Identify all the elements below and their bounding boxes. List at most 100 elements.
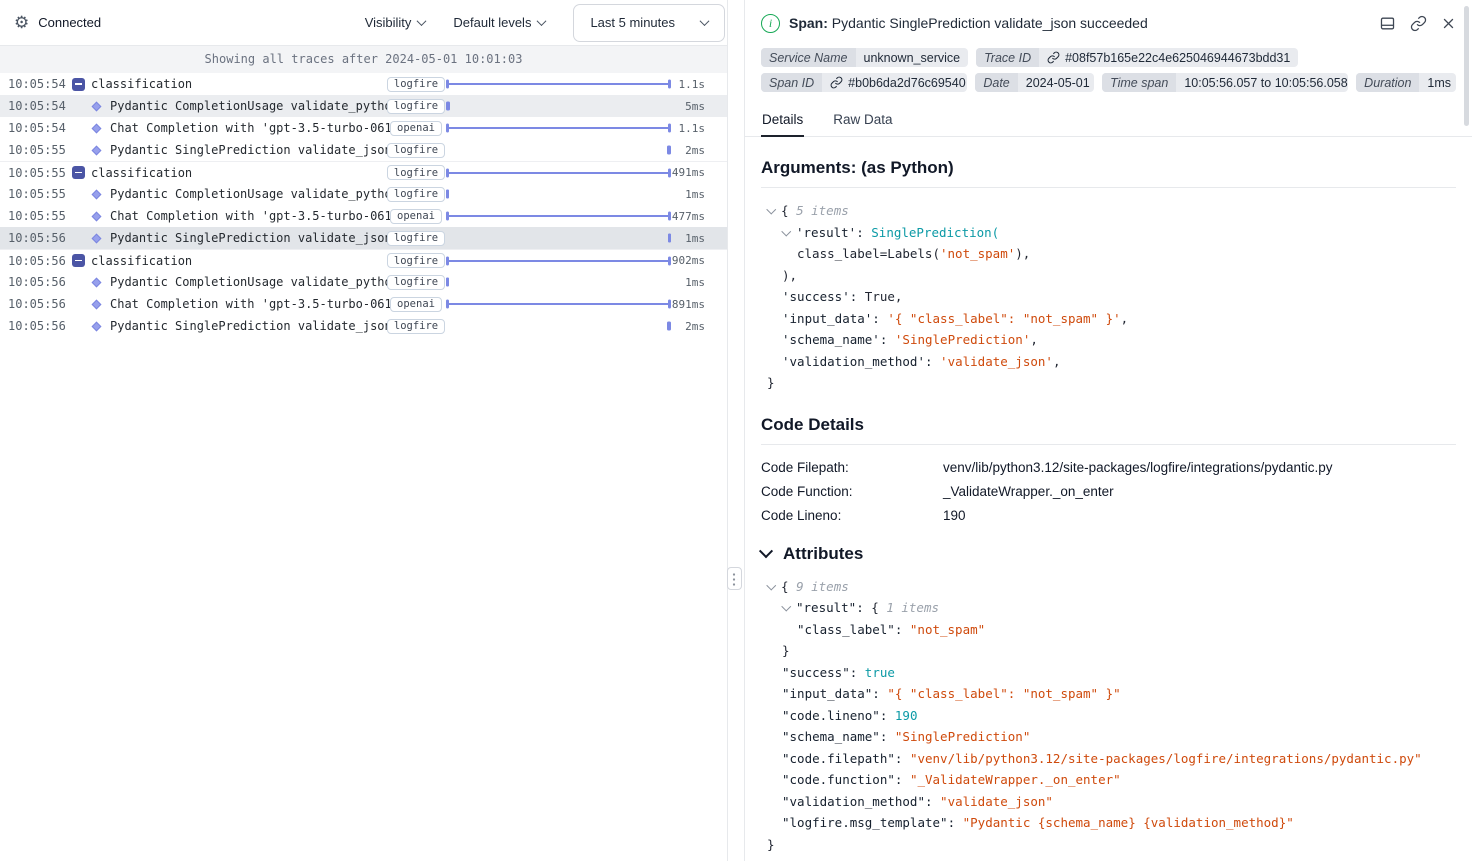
- trace-row[interactable]: 10:05:54 Pydantic CompletionUsage valida…: [0, 95, 727, 117]
- link-icon[interactable]: [1047, 51, 1060, 64]
- trace-label: Chat Completion with 'gpt-3.5-turbo-0613…: [110, 121, 390, 135]
- trace-time: 10:05:55: [8, 209, 66, 223]
- trace-duration: 1.1s: [671, 122, 727, 135]
- trace-label: Pydantic CompletionUsage validate_python: [110, 99, 390, 113]
- attributes-code-block: { 9 items"result": { 1 items"class_label…: [761, 576, 1456, 856]
- copy-link-icon[interactable]: [1410, 15, 1427, 32]
- meta-duration: Duration 1ms: [1356, 73, 1456, 92]
- code-token: "input_data":: [782, 686, 887, 701]
- trace-row[interactable]: 10:05:55 Chat Completion with 'gpt-3.5-t…: [0, 205, 727, 227]
- scrollbar[interactable]: [1464, 6, 1469, 126]
- trace-timeline: [446, 271, 671, 293]
- collapse-chevron-icon[interactable]: [782, 603, 796, 612]
- code-line: }: [761, 834, 1456, 856]
- collapse-box-icon[interactable]: [72, 78, 85, 91]
- code-token: "not_spam": [910, 622, 985, 637]
- trace-tag: openai: [390, 209, 442, 224]
- code-line: "input_data": "{ "class_label": "not_spa…: [761, 683, 1456, 705]
- code-token: {: [781, 203, 796, 218]
- trace-tag-column: openai: [390, 297, 442, 312]
- trace-row[interactable]: 10:05:55 Pydantic SinglePrediction valid…: [0, 139, 727, 161]
- code-token: "SinglePrediction": [895, 729, 1030, 744]
- trace-time: 10:05:56: [8, 254, 66, 268]
- trace-tag-column: logfire: [390, 319, 442, 334]
- code-token: 'success':: [782, 289, 865, 304]
- span-meta: Service Name unknown_service Trace ID #0…: [745, 46, 1472, 92]
- trace-time: 10:05:55: [8, 143, 66, 157]
- code-token: {: [871, 600, 886, 615]
- trace-label: Pydantic SinglePrediction validate_json: [110, 143, 390, 157]
- detail-tabs: Details Raw Data: [745, 105, 1472, 137]
- collapse-chevron-icon[interactable]: [759, 544, 773, 558]
- code-token: "{ "class_label": "not_spam" }": [887, 686, 1120, 701]
- default-levels-label: Default levels: [453, 15, 531, 30]
- trace-time: 10:05:56: [8, 297, 66, 311]
- collapse-box-icon[interactable]: [72, 166, 85, 179]
- visibility-dropdown[interactable]: Visibility: [365, 15, 426, 30]
- span-detail-panel: i Span: Pydantic SinglePrediction valida…: [744, 0, 1472, 861]
- attributes-heading: Attributes: [761, 544, 1456, 564]
- trace-label: Pydantic CompletionUsage validate_python: [110, 187, 390, 201]
- trace-time: 10:05:55: [8, 166, 66, 180]
- trace-row[interactable]: 10:05:56 classification logfire 902ms: [0, 249, 727, 271]
- trace-row[interactable]: 10:05:55 Pydantic CompletionUsage valida…: [0, 183, 727, 205]
- link-icon[interactable]: [830, 76, 843, 89]
- duration-bar: [446, 300, 671, 309]
- trace-row[interactable]: 10:05:56 Pydantic CompletionUsage valida…: [0, 271, 727, 293]
- trace-row[interactable]: 10:05:54 classification logfire 1.1s: [0, 73, 727, 95]
- trace-label: Pydantic CompletionUsage validate_python: [110, 275, 390, 289]
- default-levels-dropdown[interactable]: Default levels: [453, 15, 545, 30]
- span-diamond-icon: [92, 233, 102, 243]
- collapse-chevron-icon[interactable]: [767, 582, 781, 591]
- panel-resize-handle[interactable]: [727, 567, 742, 590]
- dock-panel-icon[interactable]: [1379, 15, 1396, 32]
- code-token: ,: [1030, 332, 1038, 347]
- code-token: "code.filepath":: [782, 751, 910, 766]
- code-token: 'validation_method':: [782, 354, 940, 369]
- collapse-chevron-icon[interactable]: [767, 206, 781, 215]
- collapse-box-icon[interactable]: [72, 254, 85, 267]
- trace-tag: openai: [390, 297, 442, 312]
- duration-bar: [446, 190, 449, 199]
- trace-timeline: [446, 293, 671, 315]
- meta-span-id[interactable]: Span ID #b0b6da2d76c69540: [761, 73, 967, 92]
- trace-duration: 891ms: [671, 298, 727, 311]
- gear-icon[interactable]: ⚙: [14, 14, 29, 31]
- code-token: ,: [1053, 354, 1061, 369]
- meta-trace-id[interactable]: Trace ID #08f57b165e22c4e625046944673bdd…: [976, 48, 1298, 67]
- code-function-value: _ValidateWrapper._on_enter: [943, 484, 1456, 499]
- close-icon[interactable]: [1441, 16, 1456, 31]
- code-line: "result": { 1 items: [761, 597, 1456, 619]
- trace-tag: logfire: [387, 99, 445, 114]
- code-token: }: [782, 643, 790, 658]
- code-token: 'result':: [796, 225, 871, 240]
- code-line: class_label=Labels('not_spam'),: [761, 243, 1456, 265]
- trace-tag: logfire: [387, 231, 445, 246]
- trace-tag-column: logfire: [390, 231, 442, 246]
- tab-details[interactable]: Details: [761, 105, 804, 137]
- duration-bar: [667, 146, 671, 155]
- code-token: class_label=Labels(: [797, 246, 940, 261]
- duration-bar: [446, 256, 671, 265]
- app: ⚙ Connected Visibility Default levels La…: [0, 0, 1472, 861]
- time-range-select[interactable]: Last 5 minutes: [573, 4, 725, 42]
- collapse-chevron-icon[interactable]: [782, 228, 796, 237]
- trace-row[interactable]: 10:05:55 classification logfire 491ms: [0, 161, 727, 183]
- code-line: "code.lineno": 190: [761, 705, 1456, 727]
- trace-timeline: [446, 315, 671, 337]
- trace-tag-column: logfire: [390, 77, 442, 92]
- trace-row[interactable]: 10:05:54 Chat Completion with 'gpt-3.5-t…: [0, 117, 727, 139]
- span-title-prefix: Span:: [789, 15, 828, 31]
- chevron-down-icon: [700, 16, 710, 26]
- code-line: "code.filepath": "venv/lib/python3.12/si…: [761, 748, 1456, 770]
- trace-timeline: [446, 183, 671, 205]
- code-filepath-value: venv/lib/python3.12/site-packages/logfir…: [943, 460, 1456, 475]
- trace-label: classification: [91, 254, 390, 268]
- trace-row[interactable]: 10:05:56 Pydantic SinglePrediction valid…: [0, 227, 727, 249]
- duration-bar: [446, 124, 671, 133]
- tab-raw-data[interactable]: Raw Data: [832, 105, 893, 136]
- trace-timeline: [446, 95, 671, 117]
- attributes-heading-text: Attributes: [783, 544, 863, 564]
- trace-row[interactable]: 10:05:56 Pydantic SinglePrediction valid…: [0, 315, 727, 337]
- trace-row[interactable]: 10:05:56 Chat Completion with 'gpt-3.5-t…: [0, 293, 727, 315]
